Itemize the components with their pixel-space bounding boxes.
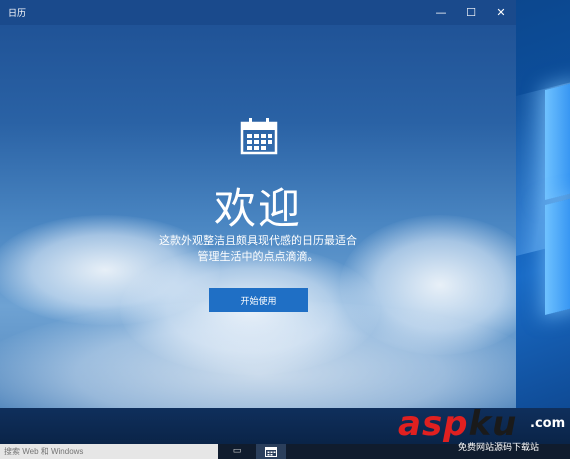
welcome-panel: 欢迎 这款外观整洁且颇具现代感的日历最适合 管理生活中的点点滴滴。 开始使用 xyxy=(0,25,516,408)
calendar-app-window: 日历 — ☐ ✕ 欢迎 这款外观整洁且颇具现代感的日历最适合 管理生活中的点点滴… xyxy=(0,0,516,408)
windows-logo-pane-top xyxy=(545,82,570,200)
watermark-logo: aspku .com 免费网站源码下载站 xyxy=(398,404,568,456)
watermark-brand-dark: ku xyxy=(468,404,518,444)
watermark-brand: aspku xyxy=(398,404,517,444)
title-bar: 日历 — ☐ ✕ xyxy=(0,0,516,25)
maximize-button[interactable]: ☐ xyxy=(456,0,486,25)
watermark-domain: .com xyxy=(530,416,566,431)
windows-logo-icon xyxy=(545,50,570,315)
close-button[interactable]: ✕ xyxy=(486,0,516,25)
watermark-brand-red: asp xyxy=(398,404,469,444)
task-view-icon[interactable]: ▭ xyxy=(230,446,244,457)
watermark-subtitle: 免费网站源码下载站 xyxy=(458,443,540,453)
taskbar-calendar-button[interactable] xyxy=(256,444,286,459)
description-line: 管理生活中的点点滴滴。 xyxy=(197,250,319,263)
get-started-button[interactable]: 开始使用 xyxy=(209,288,308,312)
welcome-heading: 欢迎 xyxy=(213,184,302,233)
description-line: 这款外观整洁且颇具现代感的日历最适合 xyxy=(159,234,357,247)
window-title: 日历 xyxy=(8,9,27,19)
windows-logo-pane-bottom xyxy=(545,197,570,315)
calendar-icon xyxy=(265,447,277,457)
welcome-description: 这款外观整洁且颇具现代感的日历最适合 管理生活中的点点滴滴。 xyxy=(140,233,376,265)
taskbar-search-input[interactable] xyxy=(0,444,218,459)
minimize-button[interactable]: — xyxy=(426,0,456,25)
calendar-icon xyxy=(240,118,278,155)
screen: 日历 — ☐ ✕ 欢迎 这款外观整洁且颇具现代感的日历最适合 管理生活中的点点滴… xyxy=(0,0,570,459)
